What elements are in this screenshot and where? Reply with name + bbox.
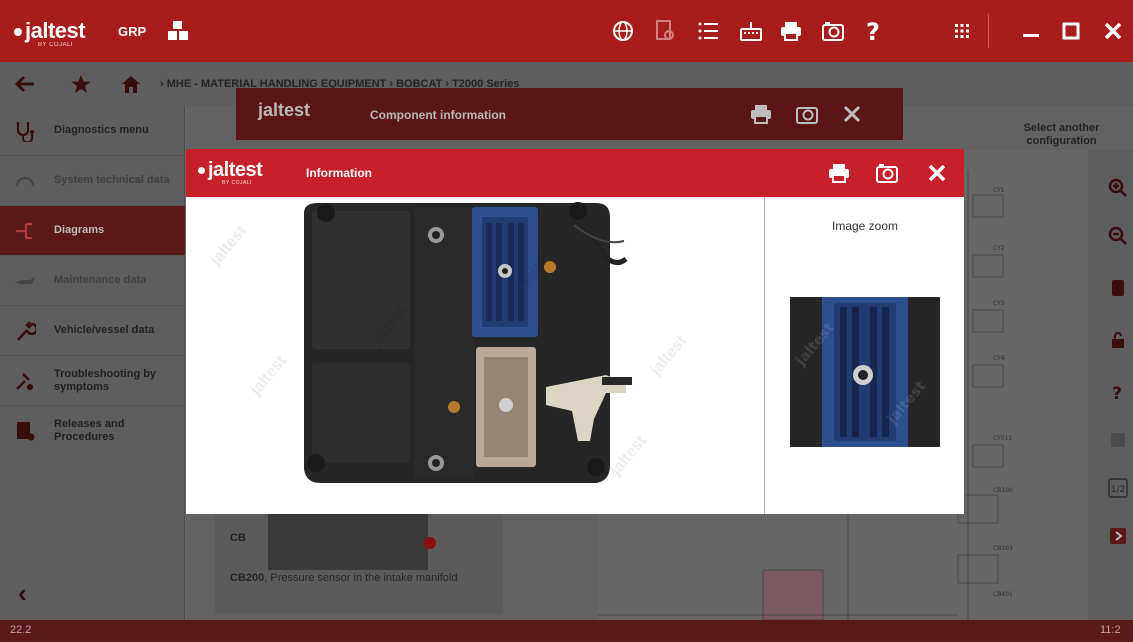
zoom-out-icon[interactable]: [1108, 226, 1128, 246]
svg-text:CB401: CB401: [993, 591, 1013, 598]
status-version: 22.2: [10, 624, 32, 636]
modal-header: jaltest BY COJALI Information: [186, 149, 964, 197]
disabled-tool-icon: [1111, 433, 1125, 447]
boxes-icon: [168, 21, 188, 40]
sidebar: Diagnostics menu System technical data D…: [0, 106, 185, 620]
svg-text:?: ?: [866, 19, 880, 43]
app-logo: jaltest BY COJALI: [14, 18, 86, 48]
print-icon[interactable]: [778, 18, 804, 44]
sidebar-item-troubleshooting[interactable]: Troubleshooting by symptoms: [0, 356, 185, 406]
oil-can-icon: [15, 276, 35, 284]
stethoscope-icon: [16, 121, 34, 142]
component-caption: CB200, Pressure sensor in the intake man…: [230, 572, 458, 584]
close-icon: [928, 164, 946, 182]
component-code: CB: [230, 532, 246, 544]
sidebar-item-releases-procedures[interactable]: Releases and Procedures: [0, 406, 185, 456]
component-dialog-logo: jaltest: [258, 100, 311, 120]
component-print-icon[interactable]: [748, 102, 774, 126]
information-modal: jaltest BY COJALI Information jaltest ja…: [186, 149, 964, 514]
svg-text:?: ?: [1112, 384, 1122, 402]
unlock-icon[interactable]: [1108, 330, 1128, 350]
svg-text:CB100: CB100: [993, 487, 1013, 494]
modal-print-button[interactable]: [826, 161, 852, 185]
svg-text:CY511: CY511: [993, 435, 1012, 442]
zoom-in-icon[interactable]: [1108, 178, 1128, 198]
troubleshoot-icon: [16, 372, 33, 390]
zoom-label: Image zoom: [831, 219, 899, 233]
minimize-icon[interactable]: [1018, 18, 1044, 44]
component-dialog-title: Component information: [370, 108, 506, 122]
component-marker: [424, 537, 436, 549]
ecu-drawing: [304, 202, 632, 483]
modal-close-button[interactable]: [924, 161, 950, 185]
procedures-icon: [17, 422, 35, 441]
modal-logo-sub: BY COJALI: [222, 180, 252, 186]
svg-text:CY1: CY1: [993, 187, 1005, 194]
help-search-icon[interactable]: ?: [1108, 382, 1128, 402]
status-clock: 11:2: [1100, 624, 1121, 636]
sidebar-item-vehicle-vessel-data[interactable]: Vehicle/vessel data: [0, 306, 185, 356]
favorite-star-icon[interactable]: [70, 74, 92, 94]
fit-screen-icon[interactable]: [1108, 278, 1128, 298]
svg-text:CB103: CB103: [993, 545, 1013, 552]
zoom-panel: Image zoom jaltest jaltest: [764, 197, 964, 514]
print-icon: [829, 164, 849, 183]
sidebar-item-diagnostics-menu[interactable]: Diagnostics menu: [0, 106, 185, 156]
component-close-icon[interactable]: [840, 102, 864, 126]
component-camera-icon[interactable]: [794, 102, 820, 126]
select-another-configuration-button[interactable]: Select another configuration: [990, 122, 1133, 148]
module-label: GRP: [118, 24, 147, 39]
camera-icon: [876, 164, 898, 183]
keyboard-icon[interactable]: [738, 18, 764, 44]
svg-text:CY3: CY3: [993, 300, 1005, 307]
toolbar-separator: [988, 14, 989, 48]
document-search-icon[interactable]: [652, 18, 678, 44]
modal-title: Information: [306, 166, 372, 180]
svg-text:CY2: CY2: [993, 245, 1005, 252]
apps-grid-icon[interactable]: [949, 18, 975, 44]
top-bar: jaltest BY COJALI GRP ?: [0, 0, 1133, 62]
sidebar-item-diagrams[interactable]: Diagrams: [0, 206, 185, 256]
component-info-dialog-header: [236, 88, 903, 140]
sidebar-item-system-technical-data[interactable]: System technical data: [0, 156, 185, 206]
globe-icon[interactable]: [610, 18, 636, 44]
svg-text:CY4: CY4: [993, 355, 1005, 362]
modal-logo: jaltest: [198, 159, 263, 182]
close-window-icon[interactable]: [1100, 18, 1126, 44]
gauge-icon: [16, 176, 34, 186]
list-icon[interactable]: [695, 18, 721, 44]
help-icon[interactable]: ?: [860, 18, 886, 44]
page-indicator-icon[interactable]: 1/2: [1108, 478, 1128, 498]
next-page-icon[interactable]: [1108, 526, 1128, 546]
ecu-image[interactable]: jaltest jaltest jaltest jaltest jaltest …: [186, 197, 764, 514]
camera-icon[interactable]: [820, 18, 846, 44]
home-icon[interactable]: [120, 74, 142, 94]
svg-text:1/2: 1/2: [1111, 485, 1125, 495]
diagram-icon: [16, 222, 32, 239]
wrench-icon: [17, 320, 36, 341]
back-arrow-icon[interactable]: [14, 74, 36, 94]
maximize-icon[interactable]: [1058, 18, 1084, 44]
component-photo: [268, 514, 428, 570]
status-bar: 22.2 11:2: [0, 620, 1133, 642]
collapse-sidebar-icon[interactable]: ‹: [18, 578, 27, 609]
modal-body: jaltest jaltest jaltest jaltest jaltest …: [186, 197, 964, 514]
modal-camera-button[interactable]: [874, 161, 900, 185]
zoomed-connector-image[interactable]: jaltest jaltest: [790, 297, 940, 447]
sidebar-item-maintenance-data[interactable]: Maintenance data: [0, 256, 185, 306]
